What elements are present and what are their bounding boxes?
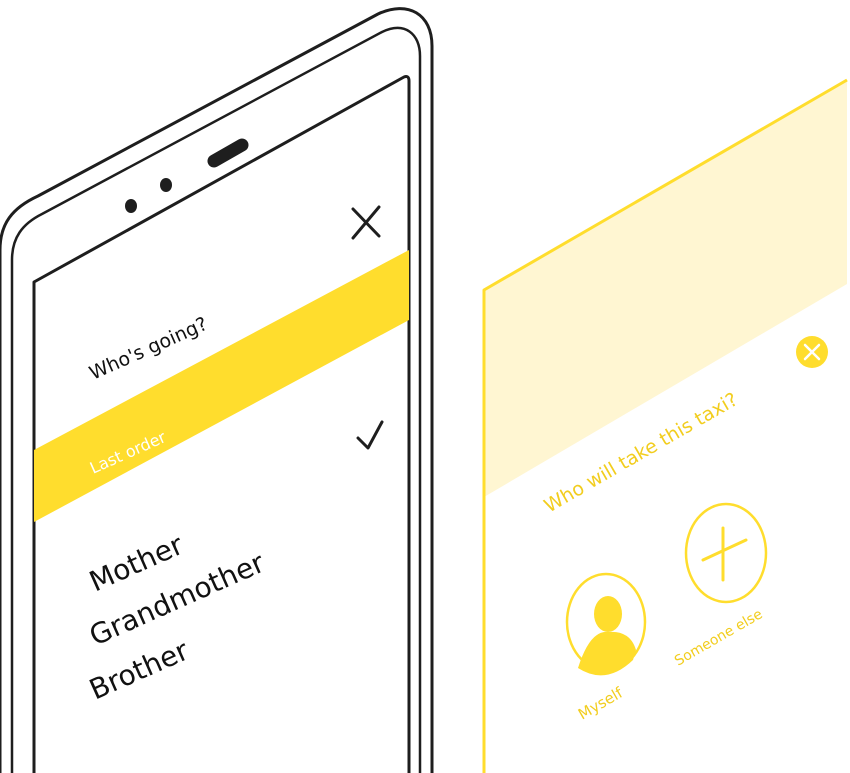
taxi-card: Who will take this taxi? Myself Someone … [482, 78, 848, 773]
camera-dot-left [125, 199, 137, 213]
illustration: Who's going? Last order Mother Grandmoth… [0, 7, 848, 773]
close-icon[interactable] [351, 205, 381, 240]
checkmark-icon [356, 420, 384, 450]
last-order-highlight[interactable] [34, 250, 409, 522]
camera-dot-right [160, 178, 172, 192]
close-circle-icon[interactable] [796, 336, 828, 368]
speaker-grille [207, 138, 249, 168]
phone: Who's going? Last order Mother Grandmoth… [0, 7, 434, 773]
